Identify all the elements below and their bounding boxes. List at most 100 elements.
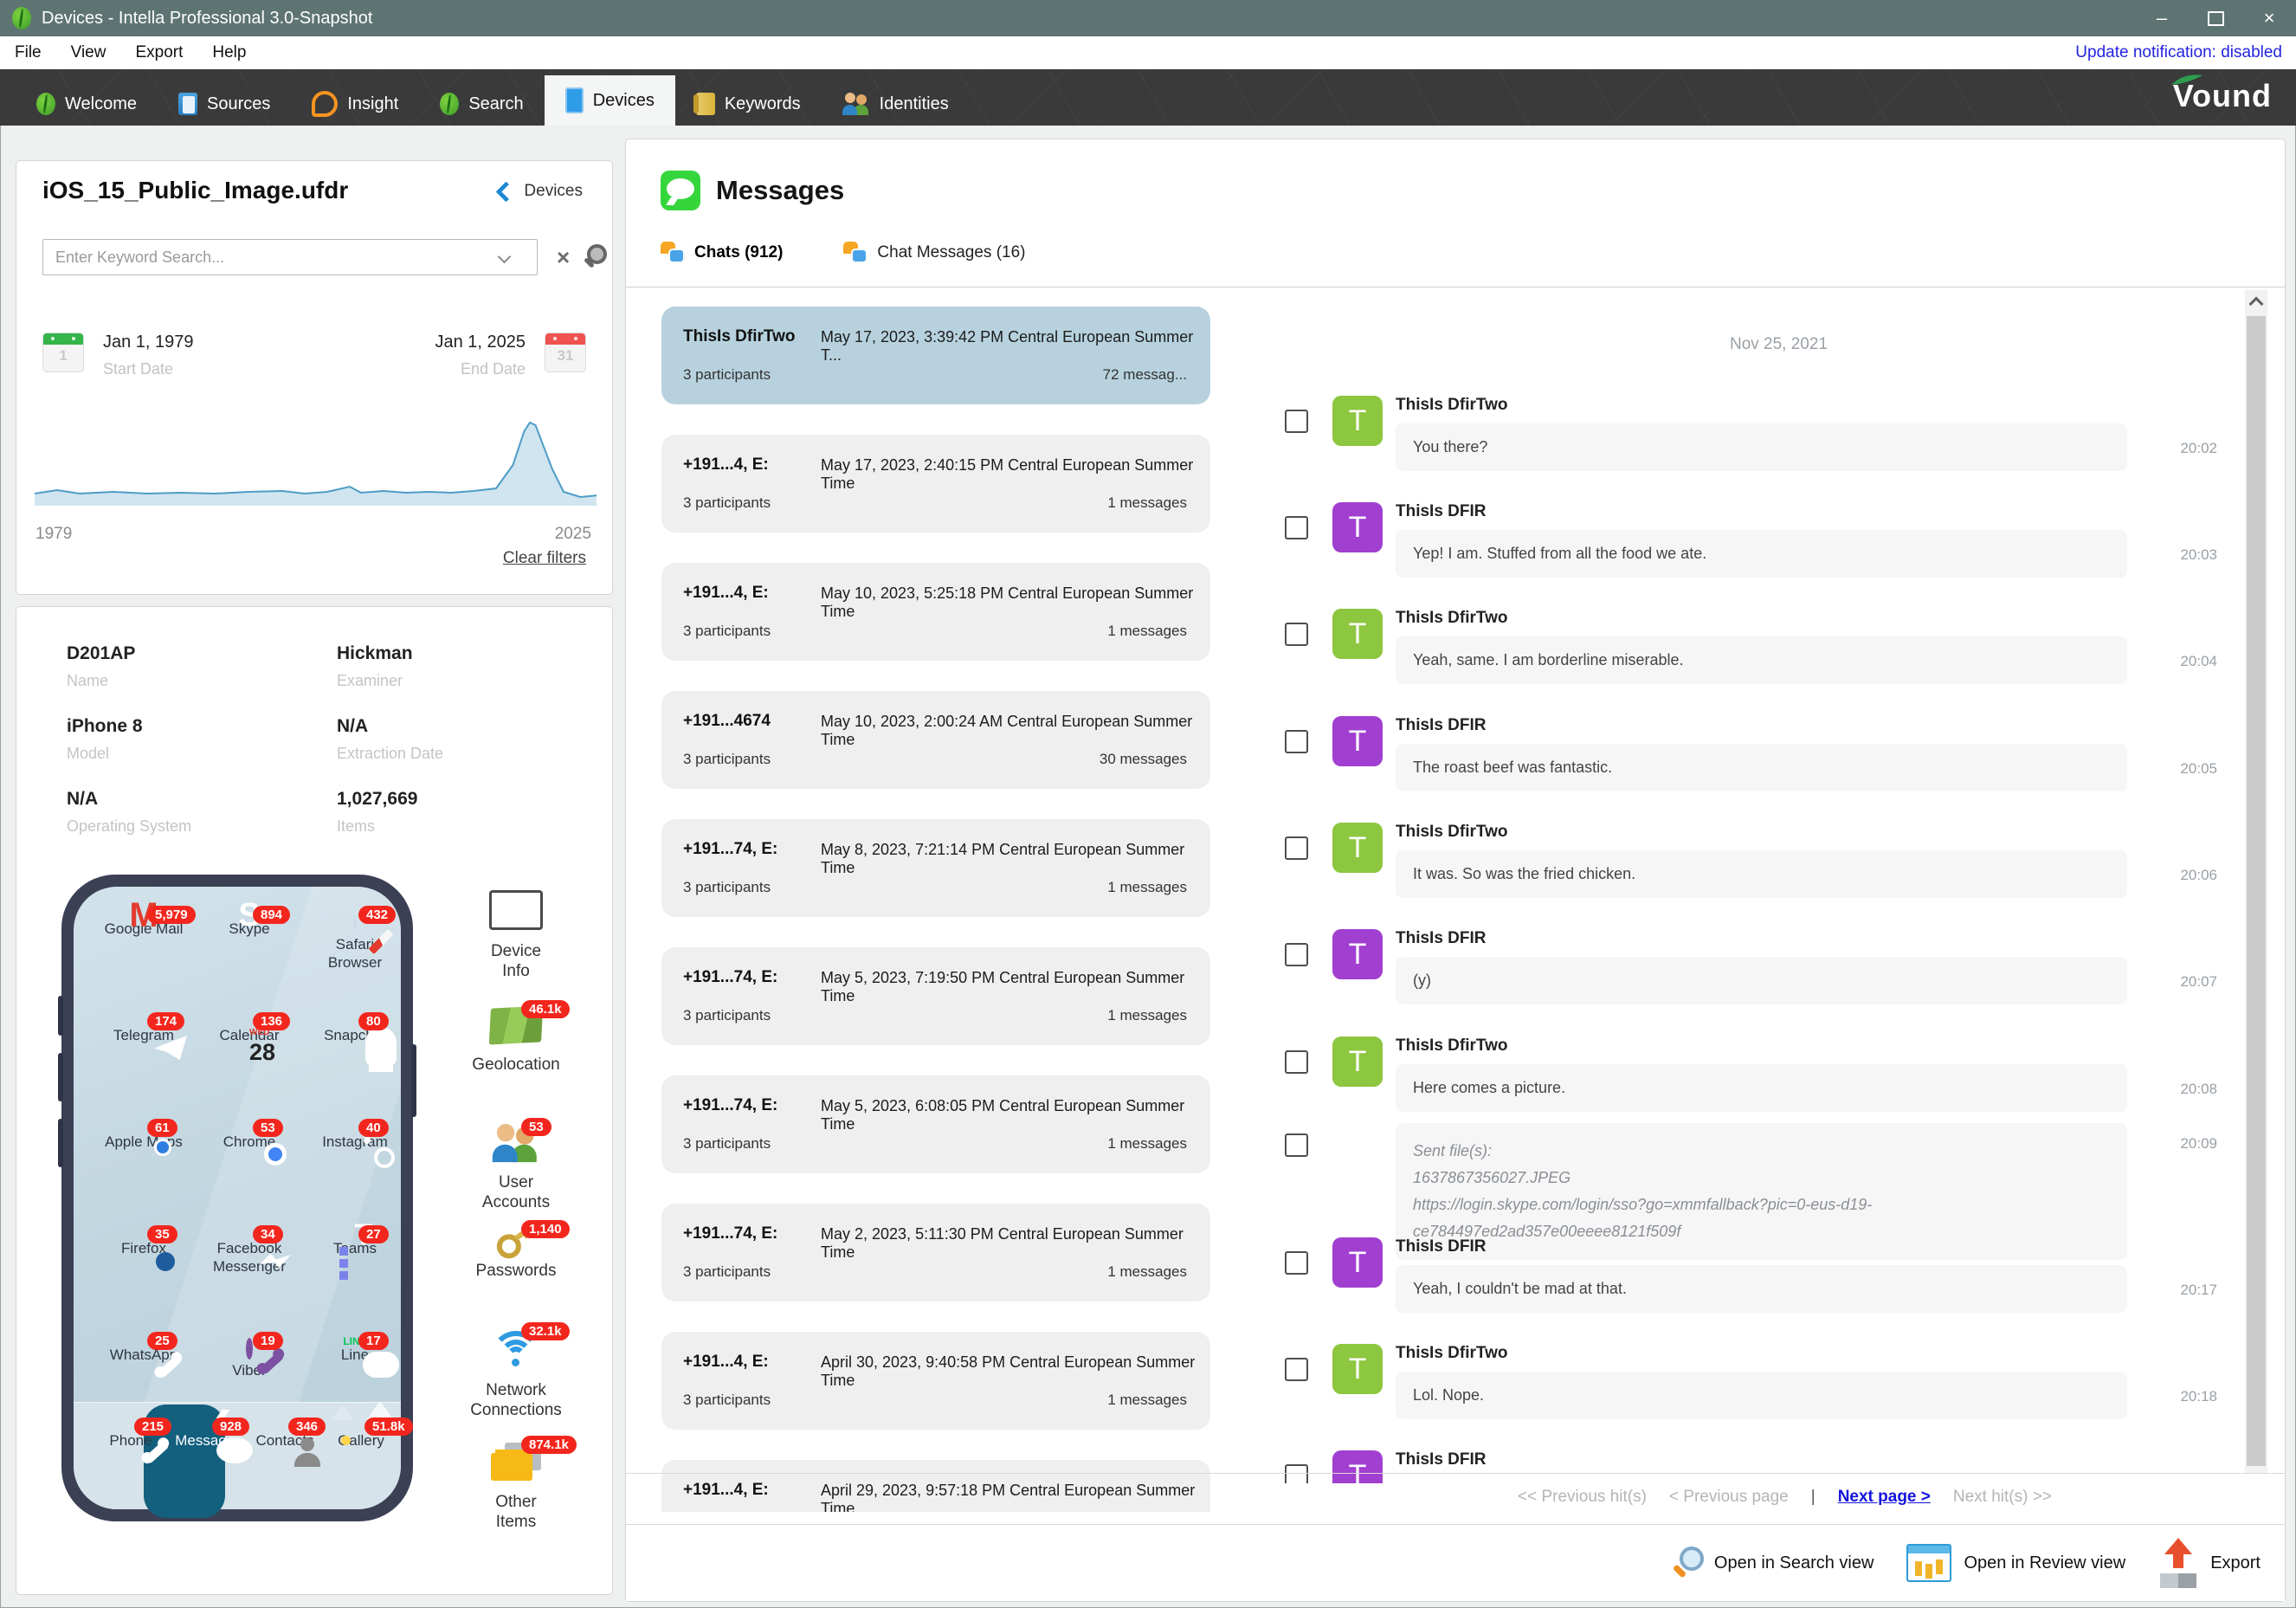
tab-sources[interactable]: Sources xyxy=(158,82,291,126)
badge: 346 xyxy=(288,1417,326,1436)
export-button[interactable]: Export xyxy=(2158,1538,2261,1588)
chat-list-item[interactable]: +191...4, E:April 30, 2023, 9:40:58 PM C… xyxy=(661,1332,1210,1430)
chat-list-item[interactable]: +191...74, E:May 2, 2023, 5:11:30 PM Cen… xyxy=(661,1204,1210,1301)
window-title: Devices - Intella Professional 3.0-Snaps… xyxy=(42,9,372,29)
search-clear-icon[interactable]: × xyxy=(557,244,570,271)
tab-keywords[interactable]: Keywords xyxy=(675,82,822,126)
app-logo-icon xyxy=(12,7,31,29)
message-checkbox[interactable] xyxy=(1285,1358,1308,1381)
dock-app-gallery[interactable]: 51.8kGallery xyxy=(321,1427,401,1450)
app-viber[interactable]: 19Viber xyxy=(210,1341,289,1379)
message-checkbox[interactable] xyxy=(1285,836,1308,860)
chat-list-item[interactable]: +191...74, E:May 8, 2023, 7:21:14 PM Cen… xyxy=(661,819,1210,917)
tab-devices[interactable]: Devices xyxy=(545,75,675,126)
chat-list-item[interactable]: ThisIs DfirTwoMay 17, 2023, 3:39:42 PM C… xyxy=(661,307,1210,404)
chat-name: +191...74, E: xyxy=(683,840,777,859)
message-checkbox[interactable] xyxy=(1285,1050,1308,1074)
messages-tab-chats[interactable]: Chats (912) xyxy=(661,242,783,263)
category-other-items[interactable]: 874.1kOtherItems xyxy=(421,1443,611,1532)
menu-help[interactable]: Help xyxy=(197,43,261,62)
scrollbar-thumb[interactable] xyxy=(2247,316,2266,1466)
app-instagram[interactable]: 40Instagram xyxy=(315,1128,395,1151)
chat-list-item[interactable]: +191...74, E:May 5, 2023, 7:19:50 PM Cen… xyxy=(661,947,1210,1045)
tab-insight[interactable]: Insight xyxy=(291,82,419,126)
message-checkbox[interactable] xyxy=(1285,516,1308,539)
app-apple-maps[interactable]: 61Apple Maps xyxy=(104,1128,184,1151)
minimize-button[interactable]: – xyxy=(2135,0,2189,36)
app-safari-browser[interactable]: 432Safari Browser xyxy=(315,915,395,972)
app-facebook-messenger[interactable]: 34Facebook Messenger xyxy=(210,1235,289,1275)
badge: 174 xyxy=(147,1012,184,1030)
previous-page-button[interactable]: < Previous page xyxy=(1669,1488,1789,1507)
dock-app-contacts[interactable]: 346Contacts xyxy=(245,1427,325,1450)
app-whatsapp[interactable]: 25WhatsApp xyxy=(104,1341,184,1364)
dock-app-messages[interactable]: 928Messages xyxy=(169,1427,248,1450)
message-checkbox[interactable] xyxy=(1285,943,1308,966)
update-notification-link[interactable]: Update notification: disabled xyxy=(2075,43,2282,62)
nav-tabs: WelcomeSourcesInsightSearchDevicesKeywor… xyxy=(16,75,970,126)
next-hits-button[interactable]: Next hit(s) >> xyxy=(1953,1488,2052,1507)
message-checkbox[interactable] xyxy=(1285,1251,1308,1275)
menu-file[interactable]: File xyxy=(0,43,56,62)
app-telegram[interactable]: 174Telegram xyxy=(104,1022,184,1044)
menu-view[interactable]: View xyxy=(56,43,121,62)
next-page-link[interactable]: Next page > xyxy=(1838,1488,1931,1507)
timeline-chart[interactable] xyxy=(32,410,597,518)
chat-list-item[interactable]: +191...4, E:May 10, 2023, 5:25:18 PM Cen… xyxy=(661,563,1210,661)
message-checkbox[interactable] xyxy=(1285,410,1308,433)
category-passwords[interactable]: 1,140Passwords xyxy=(421,1227,611,1281)
app-firefox[interactable]: 35Firefox xyxy=(104,1235,184,1257)
message-checkbox[interactable] xyxy=(1285,623,1308,646)
chat-bubbles-icon xyxy=(661,242,684,263)
thread-scrollbar[interactable] xyxy=(2245,290,2267,1473)
dock-app-phone[interactable]: 215Phone xyxy=(91,1427,171,1450)
category-device-info[interactable]: DeviceInfo xyxy=(421,890,611,981)
vound-leaf-icon xyxy=(2170,71,2204,87)
chat-participants: 3 participants xyxy=(683,1263,771,1281)
maximize-button[interactable] xyxy=(2189,0,2242,36)
menu-export[interactable]: Export xyxy=(120,43,197,62)
app-line[interactable]: LINE17Line xyxy=(315,1341,395,1364)
tab-identities[interactable]: Identities xyxy=(822,82,970,126)
message-time: 20:04 xyxy=(2122,653,2217,670)
chat-list: ThisIs DfirTwoMay 17, 2023, 3:39:42 PM C… xyxy=(661,307,1210,1512)
category-geolocation[interactable]: 46.1kGeolocation xyxy=(421,1007,611,1075)
vound-logo: Vound xyxy=(2173,78,2272,114)
filter-panel: iOS_15_Public_Image.ufdr Devices × 1 Jan… xyxy=(16,160,613,595)
app-skype[interactable]: S894Skype xyxy=(210,915,289,938)
chat-message-count: 72 messag... xyxy=(1103,366,1187,384)
tab-search[interactable]: Search xyxy=(419,82,544,126)
clear-filters-link[interactable]: Clear filters xyxy=(503,549,586,568)
chat-list-item[interactable]: +191...74, E:May 5, 2023, 6:08:05 PM Cen… xyxy=(661,1075,1210,1173)
close-button[interactable]: × xyxy=(2242,0,2296,36)
badge: 17 xyxy=(358,1332,389,1350)
scroll-up-icon[interactable] xyxy=(2245,290,2267,314)
back-to-devices-button[interactable]: Devices xyxy=(499,182,583,201)
start-date-picker[interactable]: 1 Jan 1, 1979 Start Date xyxy=(42,333,194,378)
search-input[interactable] xyxy=(42,239,538,275)
message-time: 20:08 xyxy=(2122,1081,2217,1098)
end-date-picker[interactable]: Jan 1, 2025 End Date 31 xyxy=(435,333,586,378)
previous-hits-button[interactable]: << Previous hit(s) xyxy=(1518,1488,1647,1507)
app-chrome[interactable]: 53Chrome xyxy=(210,1128,289,1151)
open-review-view-button[interactable]: Open in Review view xyxy=(1906,1544,2125,1582)
search-icon[interactable] xyxy=(582,244,606,270)
app-calendar[interactable]: WED28136Calendar xyxy=(210,1022,289,1044)
message-bubble: It was. So was the fried chicken. xyxy=(1396,850,2127,898)
app-google-mail[interactable]: M5,979Google Mail xyxy=(104,915,184,938)
message-time: 20:02 xyxy=(2122,440,2217,457)
open-search-view-button[interactable]: Open in Search view xyxy=(1673,1547,1874,1579)
category-network-connections[interactable]: 32.1kNetworkConnections xyxy=(421,1329,611,1420)
message-checkbox[interactable] xyxy=(1285,1133,1308,1157)
avatar: T xyxy=(1332,609,1383,659)
chat-list-item[interactable]: +191...4, E:May 17, 2023, 2:40:15 PM Cen… xyxy=(661,435,1210,533)
chat-participants: 3 participants xyxy=(683,1135,771,1153)
category-user-accounts[interactable]: 53UserAccounts xyxy=(421,1125,611,1212)
messages-tab-chat-messages[interactable]: Chat Messages (16) xyxy=(843,242,1025,263)
app-snapchat[interactable]: 80Snapchat xyxy=(315,1022,395,1044)
chat-list-item[interactable]: +191...4674May 10, 2023, 2:00:24 AM Cent… xyxy=(661,691,1210,789)
message-checkbox[interactable] xyxy=(1285,730,1308,753)
tab-welcome[interactable]: Welcome xyxy=(16,82,158,126)
chat-message-count: 1 messages xyxy=(1107,1392,1187,1409)
app-teams[interactable]: T27Teams xyxy=(315,1235,395,1257)
